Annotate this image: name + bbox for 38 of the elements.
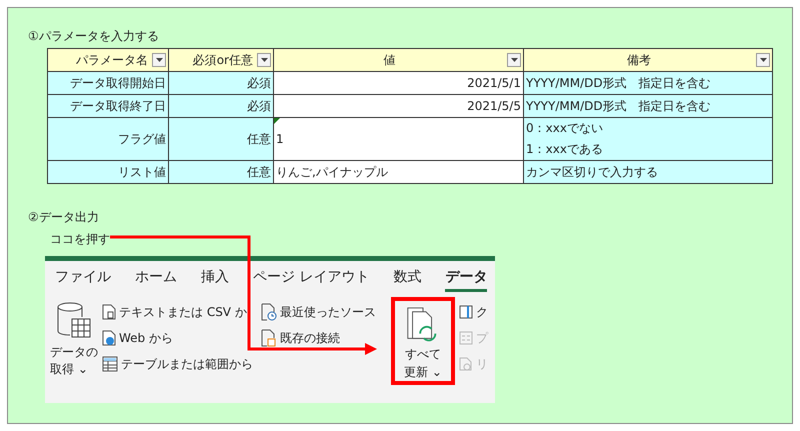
note-line: 1：xxxである: [526, 141, 604, 158]
table-cell: 1: [274, 118, 524, 160]
callout-text: ココを押す: [50, 231, 111, 248]
table-cell: データ取得終了日: [48, 94, 168, 118]
ribbon-item[interactable]: ク: [459, 301, 488, 323]
table-cell: 任意: [168, 118, 274, 160]
section-heading: ②データ出力: [28, 209, 100, 226]
ribbon-tab[interactable]: ファイル: [55, 267, 111, 292]
note-line: カンマ区切りで入力する: [526, 164, 659, 180]
table-cell: データ取得開始日: [48, 72, 168, 94]
get-data-button[interactable]: データの 取得 ⌄: [48, 297, 100, 385]
ribbon-tab[interactable]: ページ レイアウト: [253, 267, 370, 292]
table-cell: リスト値: [48, 160, 168, 184]
ribbon-item[interactable]: 最近使ったソース: [261, 301, 385, 323]
table-cell: 必須: [168, 72, 274, 94]
table-cell: 任意: [168, 160, 274, 184]
note-line: 0：xxxでない: [526, 120, 604, 137]
ribbon-tab[interactable]: ホーム: [135, 267, 177, 292]
table-cell: 2021/5/5: [274, 94, 524, 118]
column-header: 値: [274, 48, 524, 72]
ribbon-item[interactable]: Web から: [102, 327, 257, 349]
column-header: 必須or任意: [168, 48, 274, 72]
ribbon-tab[interactable]: データ: [445, 267, 488, 292]
ribbon-item[interactable]: テキストまたは CSV か: [102, 301, 257, 323]
section-heading: ①パラメータを入力する: [28, 28, 160, 45]
refresh-all-button[interactable]: すべて 更新 ⌄: [391, 297, 455, 385]
ribbon-tab[interactable]: 挿入: [201, 267, 229, 292]
ribbon-item[interactable]: テーブルまたは範囲から: [102, 353, 257, 375]
ribbon-item[interactable]: 既存の接続: [261, 327, 385, 349]
table-cell: 必須: [168, 94, 274, 118]
table-cell: りんご,パイナップル: [274, 160, 524, 184]
table-cell: 2021/5/1: [274, 72, 524, 94]
note-line: YYYY/MM/DD形式 指定日を含む: [526, 98, 712, 114]
note-line: YYYY/MM/DD形式 指定日を含む: [526, 74, 712, 92]
ribbon-tab[interactable]: 数式: [393, 267, 422, 292]
column-header: パラメータ名: [48, 48, 168, 72]
column-header: 備考: [524, 48, 772, 72]
table-cell: フラグ値: [48, 118, 168, 160]
